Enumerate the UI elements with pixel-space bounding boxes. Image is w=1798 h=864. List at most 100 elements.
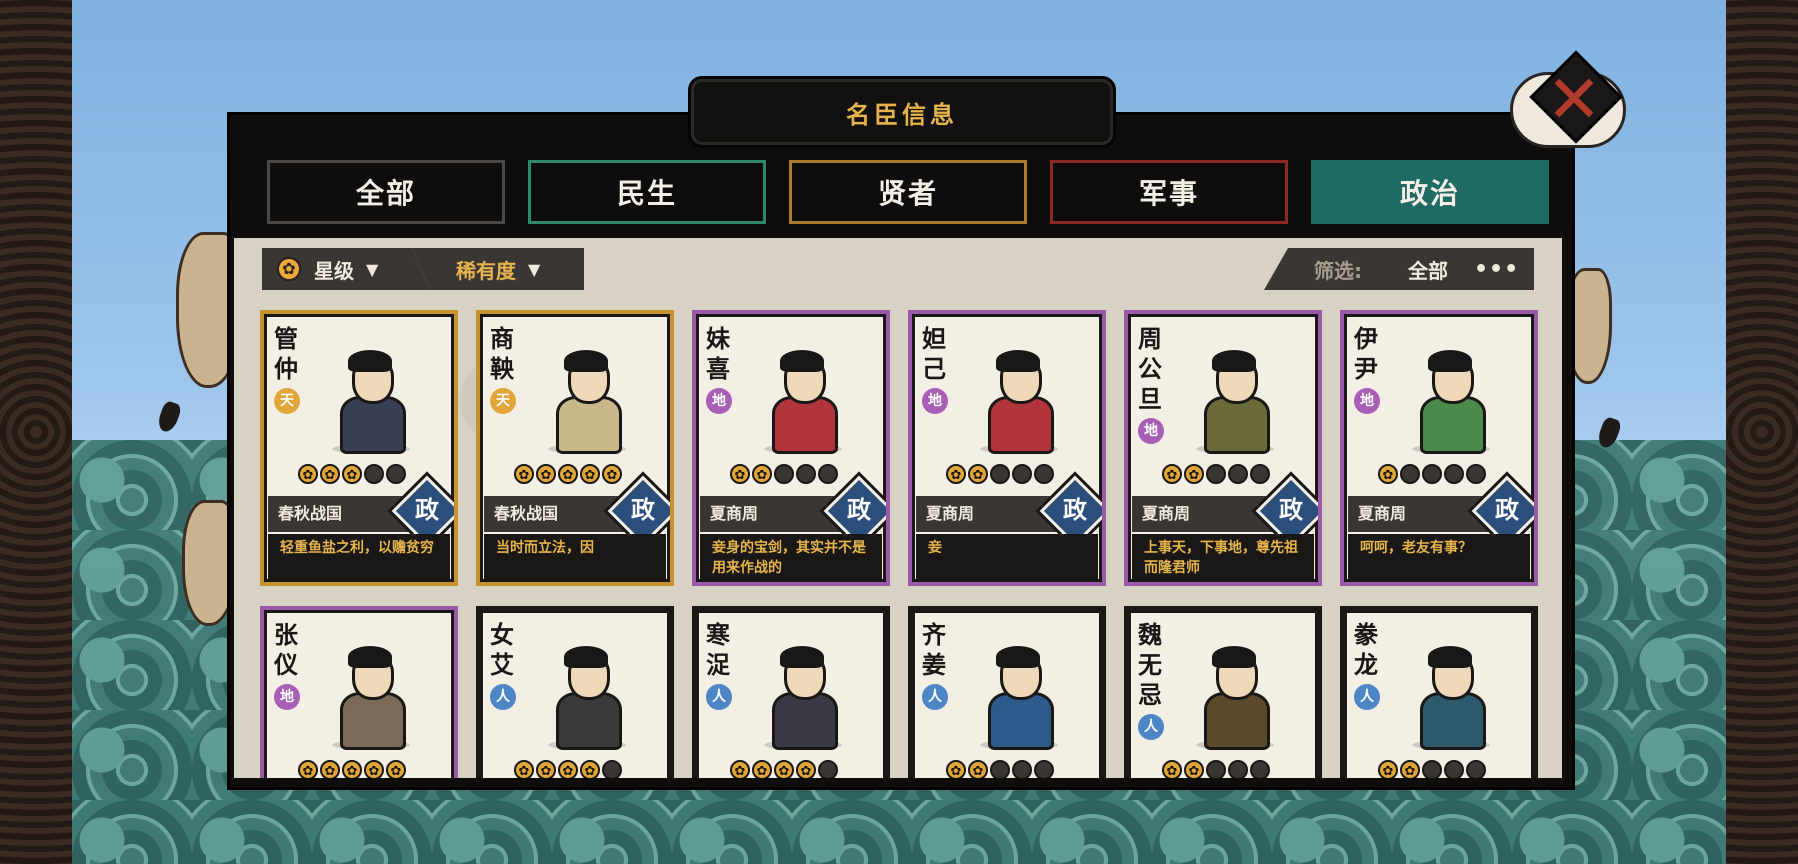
minister-portrait [1406,344,1496,454]
star-filled-icon: ✿ [1400,760,1420,778]
tab-1[interactable]: 民生 [528,160,766,224]
star-filled-icon: ✿ [602,464,622,484]
panel-title-plate: 名臣信息 [688,76,1116,148]
grade-badge: 人 [706,684,732,710]
grade-badge: 天 [490,388,516,414]
star-empty-icon: ✿ [990,464,1010,484]
star-filled-icon: ✿ [1378,760,1398,778]
minister-card[interactable]: 妹喜地 ✿ ✿ ✿ ✿ ✿ 夏商周政妾身的宝剑，其实并不是用来作战的 [692,310,890,586]
star-empty-icon: ✿ [796,464,816,484]
star-filled-icon: ✿ [730,464,750,484]
minister-card[interactable]: 齐姜人 ✿ ✿ ✿ ✿ ✿ [908,606,1106,778]
minister-card[interactable]: 管仲天 ✿ ✿ ✿ ✿ ✿ 春秋战国政轻重鱼盐之利，以赡贫穷 [260,310,458,586]
minister-portrait [974,344,1064,454]
star-rating: ✿ ✿ ✿ ✿ ✿ [514,464,622,484]
star-rating: ✿ ✿ ✿ ✿ ✿ [298,760,406,778]
minister-name: 妲己 [922,325,946,383]
minister-card[interactable]: 豢龙人 ✿ ✿ ✿ ✿ ✿ [1340,606,1538,778]
grade-badge: 人 [922,684,948,710]
star-empty-icon: ✿ [774,464,794,484]
minister-quote: 上事天，下事地，尊先祖而隆君师 [1132,534,1314,582]
minister-card[interactable]: 寒浞人 ✿ ✿ ✿ ✿ ✿ [692,606,890,778]
right-border-frame [1723,0,1798,864]
minister-card[interactable]: 伊尹地 ✿ ✿ ✿ ✿ ✿ 夏商周政呵呵，老友有事？ [1340,310,1538,586]
sort-by-rarity-button[interactable]: 稀有度 ▼ [412,248,584,290]
minister-card[interactable]: 商鞅天 ✿ ✿ ✿ ✿ ✿ 春秋战国政当时而立法，因 [476,310,674,586]
grade-badge: 地 [274,684,300,710]
star-filled-icon: ✿ [514,760,534,778]
star-rating: ✿ ✿ ✿ ✿ ✿ [298,464,406,484]
politics-badge-label: 政 [1279,496,1303,524]
star-filled-icon: ✿ [536,464,556,484]
minister-card[interactable]: 女艾人 ✿ ✿ ✿ ✿ ✿ [476,606,674,778]
portrait-robe [772,396,838,454]
star-filled-icon: ✿ [1162,464,1182,484]
minister-name: 女艾 [490,621,514,679]
minister-portrait [326,640,416,750]
tab-3[interactable]: 军事 [1050,160,1288,224]
grade-badge: 地 [1138,418,1164,444]
star-empty-icon: ✿ [1400,464,1420,484]
filter-control[interactable]: 筛选: 全部 ••• [1264,248,1534,290]
dropdown-arrow-icon: ▼ [366,259,379,279]
minister-name: 豢龙 [1354,621,1378,679]
close-button[interactable]: ✕ [1510,50,1626,162]
close-x-icon: ✕ [1546,61,1602,138]
star-filled-icon: ✿ [752,464,772,484]
minister-name: 伊尹 [1354,325,1378,383]
tab-0[interactable]: 全部 [267,160,505,224]
minister-portrait [326,344,416,454]
star-empty-icon: ✿ [1206,760,1226,778]
tab-4[interactable]: 政治 [1311,160,1549,224]
more-options-button[interactable]: ••• [1474,257,1519,282]
star-rating: ✿ ✿ ✿ ✿ ✿ [514,760,622,778]
portrait-robe [1420,692,1486,750]
star-rating: ✿ ✿ ✿ ✿ ✿ [1378,464,1486,484]
portrait-hair [780,350,824,372]
star-filled-icon: ✿ [752,760,772,778]
minister-quote: 妾 [916,534,1098,582]
star-empty-icon: ✿ [1444,464,1464,484]
star-filled-icon: ✿ [386,760,406,778]
star-filled-icon: ✿ [1184,760,1204,778]
minister-name: 周公旦 [1138,325,1162,413]
star-empty-icon: ✿ [1034,464,1054,484]
star-empty-icon: ✿ [1422,760,1442,778]
flower-icon: ✿ [276,256,302,282]
star-filled-icon: ✿ [364,760,384,778]
minister-card[interactable]: 魏无忌人 ✿ ✿ ✿ ✿ ✿ [1124,606,1322,778]
minister-card[interactable]: 妲己地 ✿ ✿ ✿ ✿ ✿ 夏商周政妾 [908,310,1106,586]
star-filled-icon: ✿ [968,760,988,778]
sort-by-rarity-label: 稀有度 [456,258,516,283]
minister-portrait [1406,640,1496,750]
star-filled-icon: ✿ [558,464,578,484]
star-filled-icon: ✿ [536,760,556,778]
politics-badge-label: 政 [415,496,439,524]
minister-portrait [542,640,632,750]
portrait-hair [1212,350,1256,372]
portrait-robe [1420,396,1486,454]
tab-2[interactable]: 贤者 [789,160,1027,224]
minister-portrait [1190,344,1280,454]
minister-card[interactable]: 张仪地 ✿ ✿ ✿ ✿ ✿ [260,606,458,778]
portrait-hair [996,646,1040,668]
minister-card[interactable]: 周公旦地 ✿ ✿ ✿ ✿ ✿ 夏商周政上事天，下事地，尊先祖而隆君师 [1124,310,1322,586]
portrait-hair [348,350,392,372]
portrait-hair [780,646,824,668]
minister-name: 张仪 [274,621,298,679]
star-filled-icon: ✿ [580,464,600,484]
star-rating: ✿ ✿ ✿ ✿ ✿ [946,760,1054,778]
star-empty-icon: ✿ [1444,760,1464,778]
sort-by-star-button[interactable]: ✿ 星级 ▼ [262,248,430,290]
portrait-robe [772,692,838,750]
star-filled-icon: ✿ [320,464,340,484]
portrait-robe [340,692,406,750]
star-empty-icon: ✿ [1012,760,1032,778]
minister-name: 妹喜 [706,325,730,383]
portrait-robe [1204,396,1270,454]
politics-badge-label: 政 [631,496,655,524]
minister-portrait [542,344,632,454]
grade-badge: 地 [922,388,948,414]
portrait-hair [996,350,1040,372]
grade-badge: 天 [274,388,300,414]
